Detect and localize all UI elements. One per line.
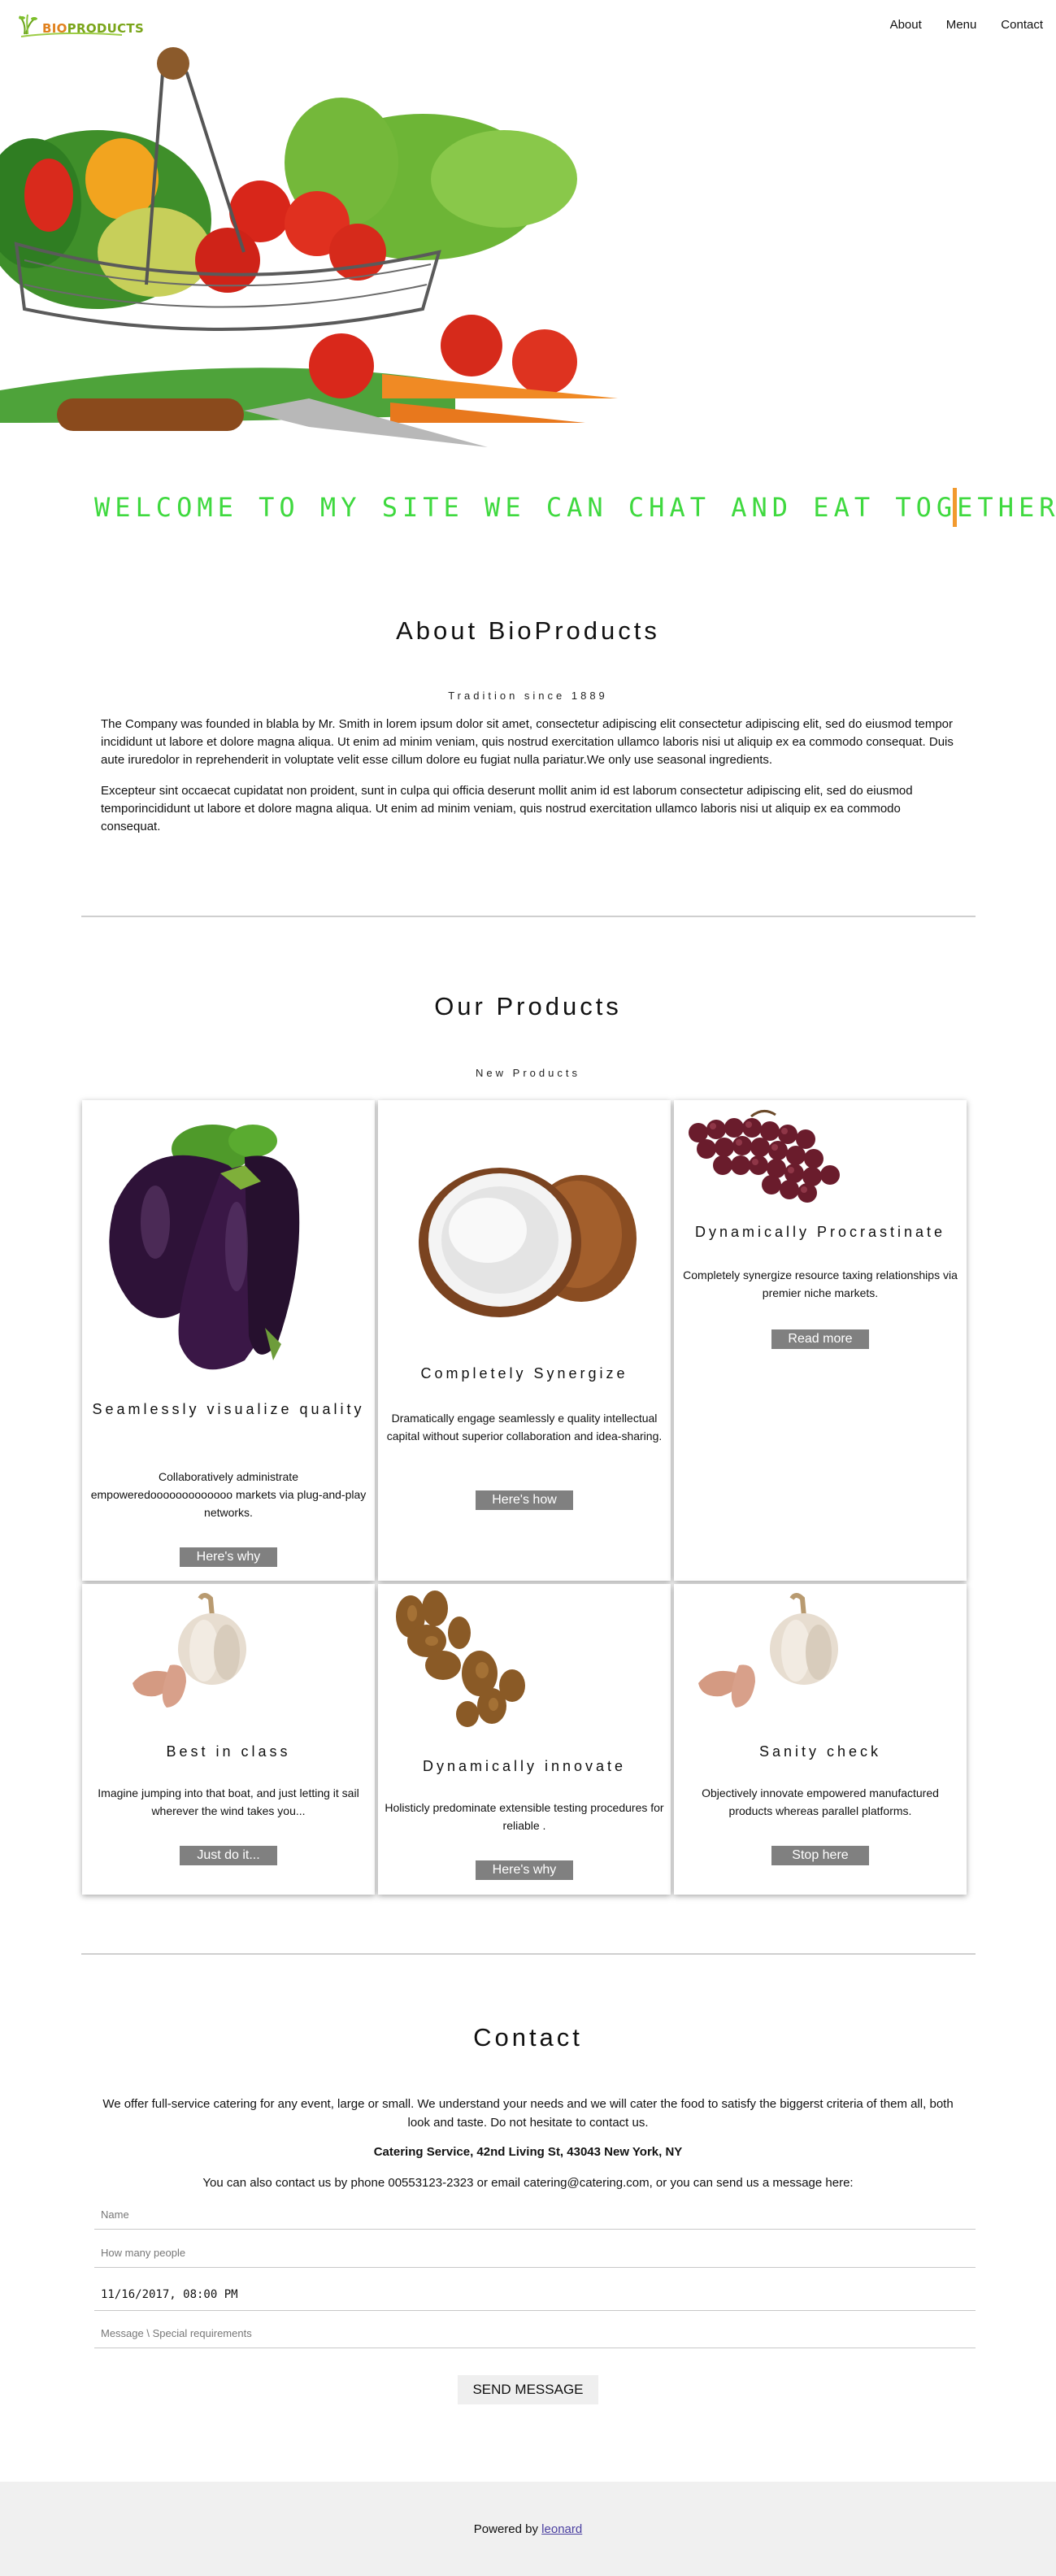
site-logo[interactable]: BIOPRODUCTS — [18, 11, 144, 41]
product-card: Best in class Imagine jumping into that … — [82, 1584, 375, 1895]
footer-credit: Powered by leonard — [0, 2522, 1056, 2536]
datetime-input[interactable] — [94, 2278, 976, 2311]
welcome-typewriter-text: WELCOME TO MY SITE WE CAN CHAT AND EAT T… — [94, 492, 1056, 523]
product-description: Dramatically engage seamlessly e quality… — [386, 1412, 663, 1442]
message-input[interactable] — [94, 2319, 976, 2348]
grapes-image — [689, 1110, 840, 1203]
contact-phone-email: You can also contact us by phone 0055312… — [202, 2176, 854, 2190]
nav-about-link[interactable]: About — [890, 18, 922, 32]
about-title: About BioProducts — [396, 616, 660, 645]
product-title: Seamlessly visualize quality — [92, 1401, 365, 1417]
product-card: Sanity check Objectively innovate empowe… — [674, 1584, 967, 1895]
products-title: Our Products — [434, 992, 622, 1020]
eggplant-image — [109, 1125, 300, 1370]
contact-title: Contact — [473, 2023, 583, 2052]
vegetable-basket-image — [0, 47, 618, 447]
name-input[interactable] — [94, 2200, 976, 2230]
contact-intro: We offer full-service catering for any e… — [102, 2097, 954, 2130]
product-title: Completely Synergize — [420, 1365, 628, 1382]
footer: Powered by leonard — [0, 2482, 1056, 2576]
about-subtitle: Tradition since 1889 — [448, 690, 608, 702]
section-divider — [81, 1953, 976, 1955]
product-action-button[interactable]: Just do it... — [180, 1846, 277, 1865]
product-description: Holisticly predominate extensible testin… — [385, 1801, 664, 1832]
product-card: Dynamically Procrastinate Completely syn… — [674, 1100, 967, 1581]
nav-menu-link[interactable]: Menu — [946, 18, 977, 32]
product-card: Dynamically innovate Holisticly predomin… — [378, 1584, 671, 1895]
product-title: Dynamically Procrastinate — [694, 1224, 946, 1240]
powered-by-label: Powered by — [473, 2522, 538, 2536]
product-description: Objectively innovate empowered manufactu… — [702, 1786, 939, 1817]
product-action-button[interactable]: Read more — [771, 1329, 869, 1349]
product-description: Imagine jumping into that boat, and just… — [98, 1786, 359, 1817]
main-nav: About Menu Contact — [890, 18, 1056, 32]
product-action-button[interactable]: Here's why — [180, 1547, 277, 1567]
about-paragraph-2: Excepteur sint occaecat cupidatat non pr… — [101, 784, 913, 833]
product-action-button[interactable]: Here's why — [476, 1860, 573, 1880]
garlic-image — [698, 1593, 838, 1708]
product-description: Collaboratively administrate empoweredoo… — [90, 1470, 367, 1519]
contact-address: Catering Service, 42nd Living St, 43043 … — [373, 2145, 683, 2159]
typewriter-cursor — [953, 488, 957, 527]
product-title: Sanity check — [758, 1743, 882, 1760]
product-title: Best in class — [166, 1743, 291, 1760]
product-action-button[interactable]: Stop here — [771, 1846, 869, 1865]
product-card: Seamlessly visualize quality Collaborati… — [82, 1100, 375, 1581]
section-divider — [81, 916, 976, 917]
garlic-image — [133, 1593, 246, 1708]
coconut-image — [419, 1168, 637, 1317]
ginger-image — [396, 1590, 525, 1727]
logo-text: BIOPRODUCTS — [42, 21, 145, 36]
send-message-button[interactable]: SEND MESSAGE — [458, 2375, 598, 2404]
author-link[interactable]: leonard — [541, 2522, 582, 2536]
about-paragraph-1: The Company was founded in blabla by Mr.… — [101, 717, 954, 767]
products-subtitle: New Products — [476, 1067, 580, 1079]
product-title: Dynamically innovate — [422, 1758, 627, 1774]
nav-contact-link[interactable]: Contact — [1001, 18, 1043, 32]
product-card: Completely Synergize Dramatically engage… — [378, 1100, 671, 1581]
people-count-input[interactable] — [94, 2239, 976, 2268]
product-description: Completely synergize resource taxing rel… — [683, 1268, 958, 1299]
product-action-button[interactable]: Here's how — [476, 1490, 573, 1510]
